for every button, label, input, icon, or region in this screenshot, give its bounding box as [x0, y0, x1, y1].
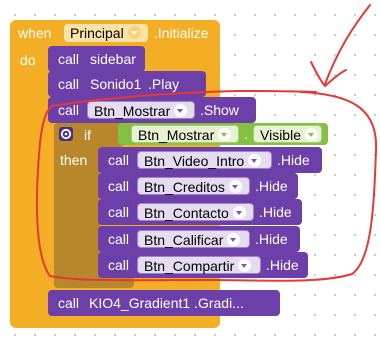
play-method: .Play — [148, 76, 180, 92]
dropdown-arrow-icon — [228, 180, 242, 193]
hide-method: .Hide — [277, 152, 310, 168]
hide-method: .Hide — [259, 204, 292, 220]
dropdown-arrow-icon — [174, 104, 188, 117]
call-label: call — [58, 76, 80, 92]
call-label: call — [108, 257, 130, 273]
call-label: call — [58, 51, 80, 67]
kio4-gradient-label: KIO4_Gradient1 .Gradi... — [89, 295, 244, 311]
component-dropdown[interactable]: Btn_Mostrar — [131, 125, 239, 143]
sonido-label: Sonido1 — [90, 76, 142, 92]
sidebar-label: sidebar — [90, 51, 136, 67]
if-then-block[interactable] — [54, 123, 100, 288]
dropdown-arrow-icon — [227, 233, 241, 246]
annotation-arrow-line — [324, 4, 371, 85]
hide-method: .Hide — [255, 178, 288, 194]
component-dropdown[interactable]: Btn_Calificar — [137, 230, 250, 248]
property-dropdown[interactable]: Visible — [253, 125, 322, 143]
if-label: if — [84, 127, 91, 143]
annotation-arrowhead — [310, 61, 347, 88]
call-label: call — [108, 178, 130, 194]
dropdown-arrow-icon — [127, 26, 141, 39]
dropdown-arrow-icon — [218, 128, 232, 141]
dropdown-arrow-icon — [232, 206, 246, 219]
do-label: do — [20, 52, 36, 68]
dropdown-arrow-icon — [238, 259, 252, 272]
dropdown-arrow-icon — [305, 128, 318, 141]
component-dropdown[interactable]: Btn_Contacto — [137, 203, 254, 221]
hide-method: .Hide — [266, 257, 299, 273]
event-name: .Initialize — [154, 25, 209, 41]
show-method: .Show — [200, 102, 239, 118]
call-label: call — [108, 231, 130, 247]
dropdown-arrow-icon — [248, 154, 262, 167]
when-label: when — [18, 25, 52, 41]
call-label: call — [58, 102, 80, 118]
component-dropdown[interactable]: Btn_Video_Intro — [137, 151, 272, 169]
component-dropdown[interactable]: Btn_Compartir — [137, 256, 261, 274]
call-label: call — [108, 152, 130, 168]
component-dropdown[interactable]: Principal — [64, 24, 148, 42]
gear-icon[interactable] — [59, 127, 73, 141]
then-label: then — [60, 152, 88, 168]
call-label: call — [108, 204, 130, 220]
getter-dot: . — [244, 126, 248, 142]
call-label: call — [58, 295, 80, 311]
component-dropdown[interactable]: Btn_Mostrar — [87, 101, 195, 119]
hide-method: .Hide — [255, 231, 288, 247]
component-dropdown[interactable]: Btn_Creditos — [137, 177, 250, 195]
